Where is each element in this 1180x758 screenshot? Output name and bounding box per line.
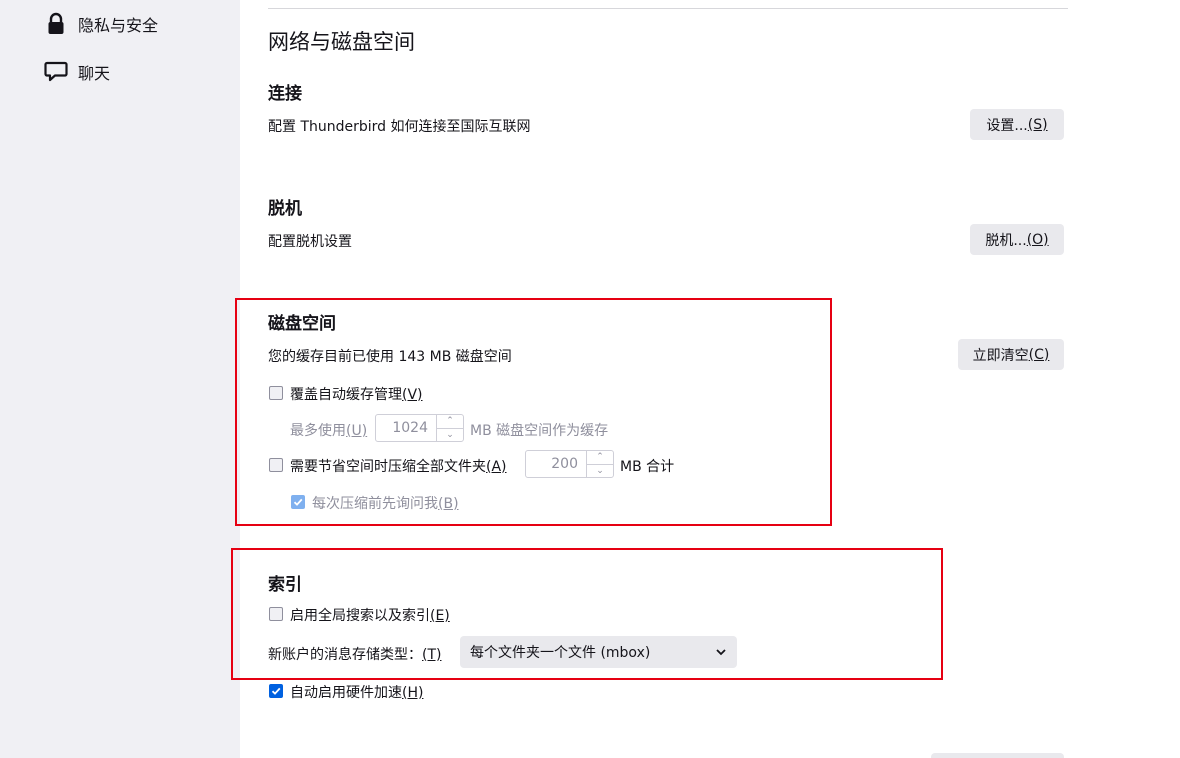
hardware-accel-label[interactable]: 自动启用硬件加速(H) (290, 682, 423, 702)
highlight-box-index (231, 548, 943, 680)
accesskey: (O) (1026, 231, 1049, 248)
offline-heading: 脱机 (268, 199, 302, 219)
bottom-partial-button[interactable] (931, 753, 1064, 758)
lock-icon (44, 12, 68, 36)
section-title: 网络与磁盘空间 (268, 30, 415, 54)
connection-description: 配置 Thunderbird 如何连接至国际互联网 (268, 119, 531, 135)
button-label: 立即清空 (972, 347, 1029, 364)
chat-bubble-icon (44, 60, 68, 84)
label-text: 自动启用硬件加速 (290, 685, 402, 701)
offline-description: 配置脱机设置 (268, 234, 352, 250)
sidebar-item-label: 隐私与安全 (78, 16, 159, 35)
connection-settings-button[interactable]: 设置... (S) (970, 109, 1064, 140)
sidebar-item-chat[interactable]: 聊天 (44, 57, 110, 87)
hardware-accel-checkbox[interactable] (269, 684, 283, 698)
button-label: 脱机... (985, 232, 1027, 249)
clear-cache-button[interactable]: 立即清空 (C) (958, 339, 1064, 370)
sidebar-item-label: 聊天 (78, 64, 111, 83)
accesskey: (S) (1027, 116, 1048, 133)
accesskey: (C) (1028, 346, 1050, 363)
divider (268, 8, 1068, 9)
checkmark-icon (271, 687, 281, 695)
sidebar: 隐私与安全 聊天 (0, 0, 240, 758)
offline-button[interactable]: 脱机... (O) (970, 224, 1064, 255)
accesskey: (H) (402, 685, 424, 701)
highlight-box-disk-space (235, 298, 832, 526)
button-label: 设置... (986, 117, 1028, 134)
connection-heading: 连接 (268, 84, 302, 104)
sidebar-item-privacy-security[interactable]: 隐私与安全 (44, 9, 158, 39)
